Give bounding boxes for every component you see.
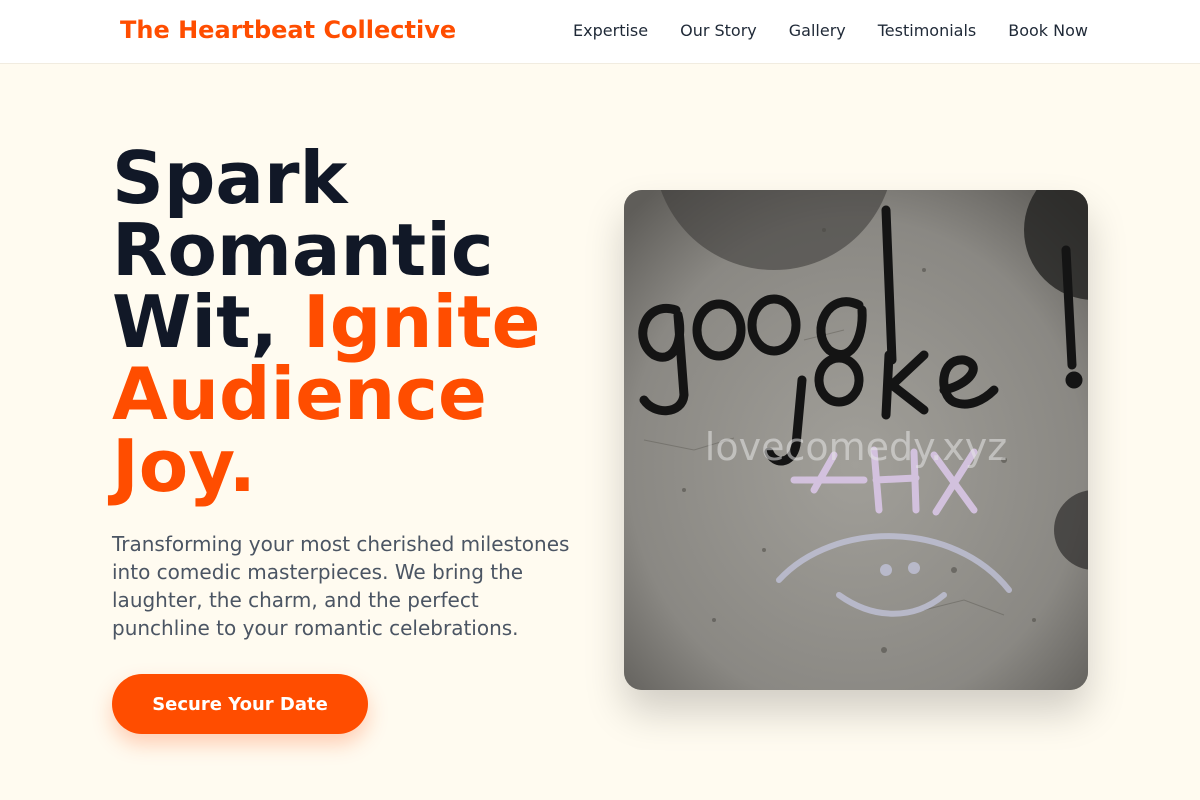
nav-link-our-story[interactable]: Our Story [680,21,757,40]
hero-subtitle: Transforming your most cherished milesto… [112,532,570,640]
secure-date-button[interactable]: Secure Your Date [112,674,368,734]
nav-links: Expertise Our Story Gallery Testimonials… [573,21,1088,40]
hero-image: lovecomedy.xyz [624,190,1088,690]
nav-link-book-now[interactable]: Book Now [1008,21,1088,40]
brand-logo[interactable]: The Heartbeat Collective [120,16,456,44]
nav-link-testimonials[interactable]: Testimonials [878,21,977,40]
nav-link-gallery[interactable]: Gallery [789,21,846,40]
navbar: The Heartbeat Collective Expertise Our S… [0,0,1200,64]
nav-link-expertise[interactable]: Expertise [573,21,648,40]
hero-title: Spark Romantic Wit, Ignite Audience Joy. [112,142,592,502]
image-watermark: lovecomedy.xyz [704,425,1008,469]
